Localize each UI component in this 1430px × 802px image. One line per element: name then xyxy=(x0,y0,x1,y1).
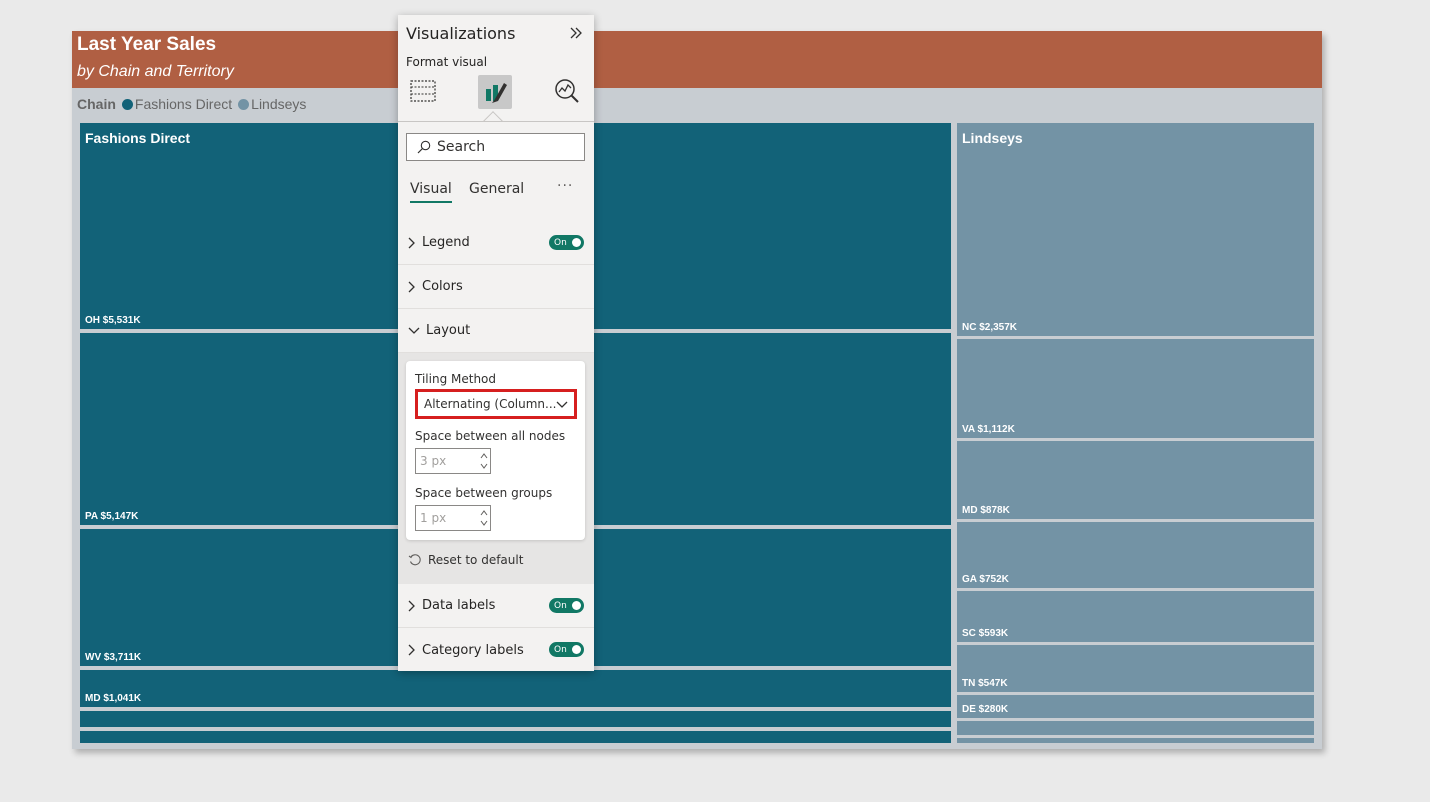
expand-pane-icon[interactable] xyxy=(568,25,584,41)
legend-title: Chain xyxy=(77,96,116,112)
tile-li-tn[interactable]: TN $547K xyxy=(957,645,1314,692)
section-label: Data labels xyxy=(422,598,496,613)
pane-subtitle: Format visual xyxy=(406,55,488,69)
legend: Chain Fashions Direct Lindseys xyxy=(77,96,312,112)
section-label: Layout xyxy=(426,323,471,338)
tile-li-de[interactable]: DE $280K xyxy=(957,695,1314,718)
group-label-fashions-direct: Fashions Direct xyxy=(85,130,191,146)
space-groups-label: Space between groups xyxy=(415,486,553,500)
title-bar: Last Year Sales by Chain and Territory xyxy=(72,31,1322,88)
visual-title: Last Year Sales xyxy=(77,34,217,55)
section-category-labels[interactable]: Category labels On xyxy=(398,628,594,672)
data-labels-toggle[interactable]: On xyxy=(549,598,584,613)
tile-label: DE $280K xyxy=(962,704,1009,715)
legend-toggle[interactable]: On xyxy=(549,235,584,250)
tiling-method-dropdown[interactable]: Alternating (Column... xyxy=(415,389,577,419)
toggle-knob xyxy=(572,238,581,247)
tile-label: TN $547K xyxy=(962,678,1008,689)
legend-dot xyxy=(121,98,133,110)
more-options-button[interactable]: ··· xyxy=(557,178,573,194)
dropdown-value: Alternating (Column... xyxy=(424,397,557,411)
section-label: Category labels xyxy=(422,642,524,658)
tile-label: WV $3,711K xyxy=(85,652,142,663)
pane-title: Visualizations xyxy=(406,24,516,43)
stepper-value: 3 px xyxy=(420,454,447,468)
toggle-text: On xyxy=(554,644,567,655)
legend-item-fashions-direct[interactable]: Fashions Direct xyxy=(121,96,233,112)
space-nodes-stepper[interactable]: 3 px xyxy=(415,448,491,474)
visual-subtitle: by Chain and Territory xyxy=(77,63,234,80)
format-visual-icon[interactable] xyxy=(478,75,512,109)
tile-label: NC $2,357K xyxy=(962,322,1018,333)
layout-card: Tiling Method Alternating (Column... Spa… xyxy=(406,361,585,540)
layout-section-body: Tiling Method Alternating (Column... Spa… xyxy=(398,353,594,584)
tile-label: GA $752K xyxy=(962,574,1009,585)
tile-li-small-2[interactable] xyxy=(957,738,1314,743)
tile-fd-small-2[interactable] xyxy=(80,731,951,743)
reset-label: Reset to default xyxy=(428,553,524,567)
treemap-visual[interactable]: Last Year Sales by Chain and Territory C… xyxy=(72,31,1322,749)
section-colors[interactable]: Colors xyxy=(398,265,594,309)
stepper-value: 1 px xyxy=(420,511,447,525)
visualizations-pane: Visualizations Format visual Search Visu… xyxy=(398,15,594,671)
space-nodes-label: Space between all nodes xyxy=(415,429,566,443)
tile-li-ga[interactable]: GA $752K xyxy=(957,522,1314,588)
legend-item-lindseys[interactable]: Lindseys xyxy=(238,96,306,112)
chevron-right-icon xyxy=(408,237,416,249)
stepper-arrows-icon[interactable] xyxy=(480,508,488,528)
group-label-lindseys: Lindseys xyxy=(962,130,1023,146)
search-icon xyxy=(417,140,431,154)
search-placeholder: Search xyxy=(437,139,486,155)
tab-general[interactable]: General xyxy=(469,181,524,197)
section-label: Legend xyxy=(422,235,470,250)
legend-dot xyxy=(238,98,250,110)
toggle-knob xyxy=(572,645,581,654)
reset-icon xyxy=(408,554,421,566)
section-layout[interactable]: Layout xyxy=(398,309,594,353)
chevron-down-icon xyxy=(408,327,420,335)
tile-li-nc[interactable]: Lindseys NC $2,357K xyxy=(957,123,1314,336)
tile-li-small-1[interactable] xyxy=(957,721,1314,735)
space-groups-stepper[interactable]: 1 px xyxy=(415,505,491,531)
analytics-icon[interactable] xyxy=(550,74,584,108)
section-label: Colors xyxy=(422,279,463,294)
chevron-right-icon xyxy=(408,644,416,656)
pane-divider xyxy=(398,121,594,122)
tile-fd-md[interactable]: MD $1,041K xyxy=(80,670,951,707)
toggle-text: On xyxy=(554,600,567,611)
chevron-right-icon xyxy=(408,281,416,293)
tile-li-va[interactable]: VA $1,112K xyxy=(957,339,1314,438)
tile-label: MD $1,041K xyxy=(85,693,142,704)
search-input[interactable]: Search xyxy=(406,133,585,161)
tab-visual[interactable]: Visual xyxy=(410,181,452,203)
build-visual-icon[interactable] xyxy=(406,74,440,108)
tile-label: SC $593K xyxy=(962,628,1009,639)
section-legend[interactable]: Legend On xyxy=(398,221,594,265)
tile-label: MD $878K xyxy=(962,505,1010,516)
reset-to-default-button[interactable]: Reset to default xyxy=(408,553,523,567)
legend-label: Lindseys xyxy=(251,96,307,112)
toggle-knob xyxy=(572,601,581,610)
stepper-arrows-icon[interactable] xyxy=(480,451,488,471)
legend-label: Fashions Direct xyxy=(134,96,233,112)
chevron-down-icon xyxy=(556,398,568,412)
tile-fd-small-1[interactable] xyxy=(80,711,951,727)
tile-li-md[interactable]: MD $878K xyxy=(957,441,1314,519)
toggle-text: On xyxy=(554,237,567,248)
tile-li-sc[interactable]: SC $593K xyxy=(957,591,1314,642)
tile-label: OH $5,531K xyxy=(85,315,141,326)
tile-label: PA $5,147K xyxy=(85,511,139,522)
tile-label: VA $1,112K xyxy=(962,424,1015,435)
chevron-right-icon xyxy=(408,600,416,612)
section-data-labels[interactable]: Data labels On xyxy=(398,584,594,628)
category-labels-toggle[interactable]: On xyxy=(549,642,584,657)
tiling-method-label: Tiling Method xyxy=(415,372,497,386)
